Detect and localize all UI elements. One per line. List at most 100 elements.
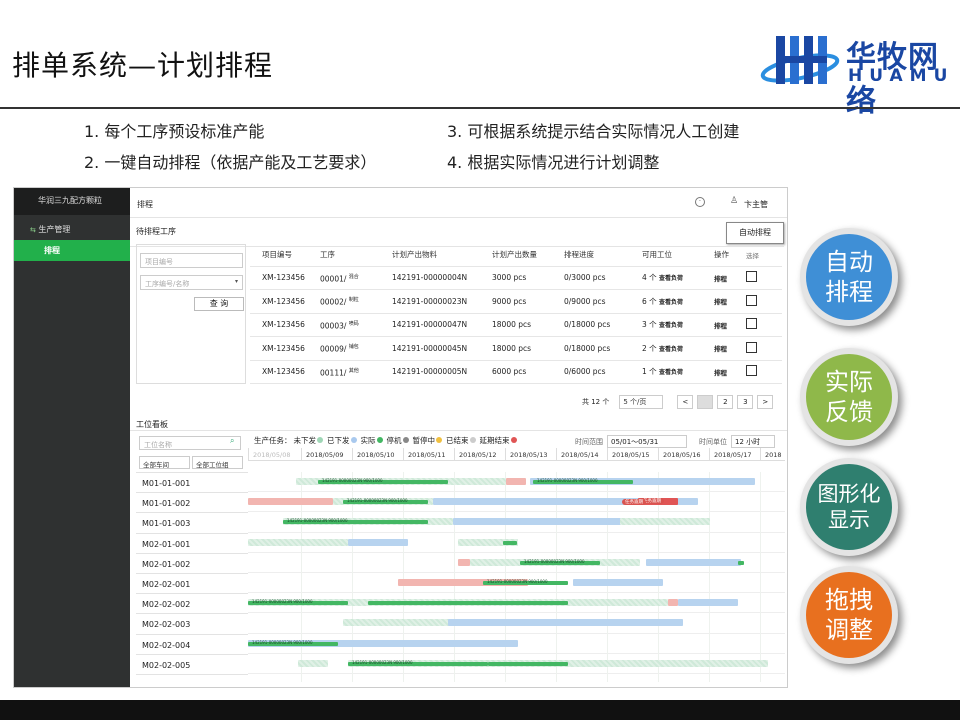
legend-item: 未下发: [294, 435, 326, 446]
task-bar[interactable]: [668, 599, 678, 607]
task-bar-label: 142191-00000023N 900/1000: [524, 558, 585, 564]
legend-label: 已结束: [446, 436, 469, 445]
page-1-button[interactable]: 1: [697, 395, 714, 409]
date-column: 2018/05/09: [301, 448, 352, 460]
station-row[interactable]: M02-02-001: [136, 574, 248, 595]
legend-swatch: [376, 437, 383, 443]
task-bar[interactable]: [348, 538, 408, 546]
task-bar-label: 142191-00000023N 900/1000: [487, 579, 548, 584]
legend-label: 已下发: [327, 436, 350, 445]
schedule-link[interactable]: 排程: [714, 289, 746, 314]
task-bar[interactable]: [298, 659, 328, 667]
point-2: 2. 一键自动排程（依据产能及工艺要求）: [84, 153, 377, 172]
search-icon[interactable]: ⌕: [230, 436, 234, 446]
per-page-select[interactable]: 5 个/页: [619, 395, 664, 409]
process-name: 制粒: [348, 297, 359, 303]
station-row[interactable]: M02-01-002: [136, 554, 248, 574]
view-load-link[interactable]: 查看负荷: [659, 275, 683, 282]
bubble-label: 拖拽 调整: [825, 586, 873, 644]
task-bar[interactable]: [503, 540, 517, 545]
station-search-input[interactable]: 工位名称: [139, 436, 241, 450]
process-select[interactable]: 工序编号/名称: [140, 275, 243, 290]
station-group-select[interactable]: 全部工位组: [192, 456, 243, 469]
station-row[interactable]: M02-02-005: [136, 655, 248, 675]
row-checkbox[interactable]: [746, 271, 757, 283]
station-row[interactable]: M02-01-001: [136, 534, 248, 554]
unit-label: 时间单位: [699, 437, 727, 446]
task-bar[interactable]: [368, 601, 568, 606]
task-bar[interactable]: [646, 558, 741, 566]
legend: 生产任务： 未下发 已下发 实际 停机 暂停中 已结束 延期结束: [254, 435, 519, 446]
cell-material: 142191-00000047N: [392, 313, 492, 337]
station-row[interactable]: M02-02-004: [136, 635, 248, 655]
project-search-input[interactable]: 项目编号: [140, 253, 243, 268]
task-bar[interactable]: [448, 619, 683, 627]
row-checkbox[interactable]: [746, 318, 757, 330]
task-bar[interactable]: [248, 538, 348, 546]
task-bar[interactable]: [458, 558, 470, 566]
station-row[interactable]: M02-02-003: [136, 614, 248, 635]
gantt-gridline: [760, 472, 761, 682]
unit-select[interactable]: 12 小时: [731, 435, 775, 448]
row-checkbox[interactable]: [746, 365, 757, 377]
range-select[interactable]: 05/01～05/31: [607, 435, 687, 448]
process-name: 其他: [348, 367, 359, 374]
prev-page-button[interactable]: <: [677, 395, 694, 409]
task-bar[interactable]: [620, 518, 710, 526]
task-bar[interactable]: [506, 478, 526, 485]
chevron-down-icon: ▾: [235, 278, 239, 285]
message-icon[interactable]: ·: [695, 197, 705, 207]
task-bar-label: 142191-00000023N 900/1000: [322, 478, 383, 483]
task-bar[interactable]: [573, 579, 663, 586]
legend-swatch: [436, 437, 442, 443]
schedule-link[interactable]: 排程: [714, 266, 746, 290]
schedule-link[interactable]: 排程: [714, 313, 746, 337]
task-bar[interactable]: [488, 661, 568, 666]
station-row[interactable]: M01-01-001: [136, 473, 248, 494]
cell-progress: 0/3000 pcs: [564, 266, 642, 290]
schedule-link[interactable]: 排程: [714, 336, 746, 361]
nav-group-production[interactable]: ⇆ 生产管理: [14, 222, 130, 238]
station-row[interactable]: M01-01-002: [136, 493, 248, 514]
task-bar-label: 142191-00000023N 900/1000: [252, 639, 313, 645]
next-page-button[interactable]: >: [757, 395, 774, 409]
view-load-link[interactable]: 查看负荷: [659, 369, 683, 376]
view-load-link[interactable]: 查看负荷: [659, 322, 683, 329]
row-checkbox[interactable]: [746, 341, 757, 353]
legend-item: 实际: [361, 435, 385, 446]
station-row[interactable]: M01-01-003: [136, 513, 248, 534]
cell-qty: 6000 pcs: [492, 360, 564, 384]
workshop-select[interactable]: 全部车间: [139, 456, 190, 469]
auto-schedule-button[interactable]: 自动排程: [726, 222, 784, 244]
station-row[interactable]: M02-02-002: [136, 594, 248, 615]
cell-proc: 00009/ 铺包: [320, 336, 392, 361]
row-checkbox[interactable]: [746, 294, 757, 306]
section-title-board: 工位看板: [136, 420, 168, 429]
table-row: XM-123456 00002/ 制粒 142191-00000023N 9000 p…: [250, 289, 782, 314]
user-name[interactable]: 卞主管: [744, 199, 768, 210]
page-2-button[interactable]: 2: [717, 395, 734, 409]
section-title-pending: 待排程工序: [136, 227, 176, 236]
user-icon[interactable]: ♙: [730, 196, 738, 206]
cell-qty: 18000 pcs: [492, 313, 564, 337]
query-button[interactable]: 查 询: [194, 297, 244, 311]
cell-proc: 00003/ 喷码: [320, 313, 392, 337]
task-bar[interactable]: [678, 599, 738, 607]
task-bar[interactable]: [248, 498, 333, 506]
date-column: 2018/05/08: [248, 448, 301, 460]
view-load-link[interactable]: 查看负荷: [659, 346, 683, 353]
view-load-link[interactable]: 查看负荷: [659, 299, 683, 306]
process-name: 喷码: [348, 320, 359, 327]
nav-item-schedule[interactable]: 排程: [14, 240, 130, 261]
cell-progress: 0/18000 pcs: [564, 336, 642, 361]
col-qty: 计划产出数量: [492, 244, 564, 267]
table-row: XM-123456 00003/ 喷码 142191-00000047N 18000 …: [250, 313, 782, 337]
schedule-link[interactable]: 排程: [714, 360, 746, 384]
page-3-button[interactable]: 3: [737, 395, 754, 409]
process-code: 00003/: [320, 321, 347, 330]
legend-item: 已下发: [327, 435, 359, 446]
process-name: 铺包: [348, 344, 359, 350]
task-bar[interactable]: [738, 560, 744, 565]
cell-material: 142191-00000023N: [392, 289, 492, 314]
brand-name: 华润三九配方颗粒: [14, 188, 130, 215]
